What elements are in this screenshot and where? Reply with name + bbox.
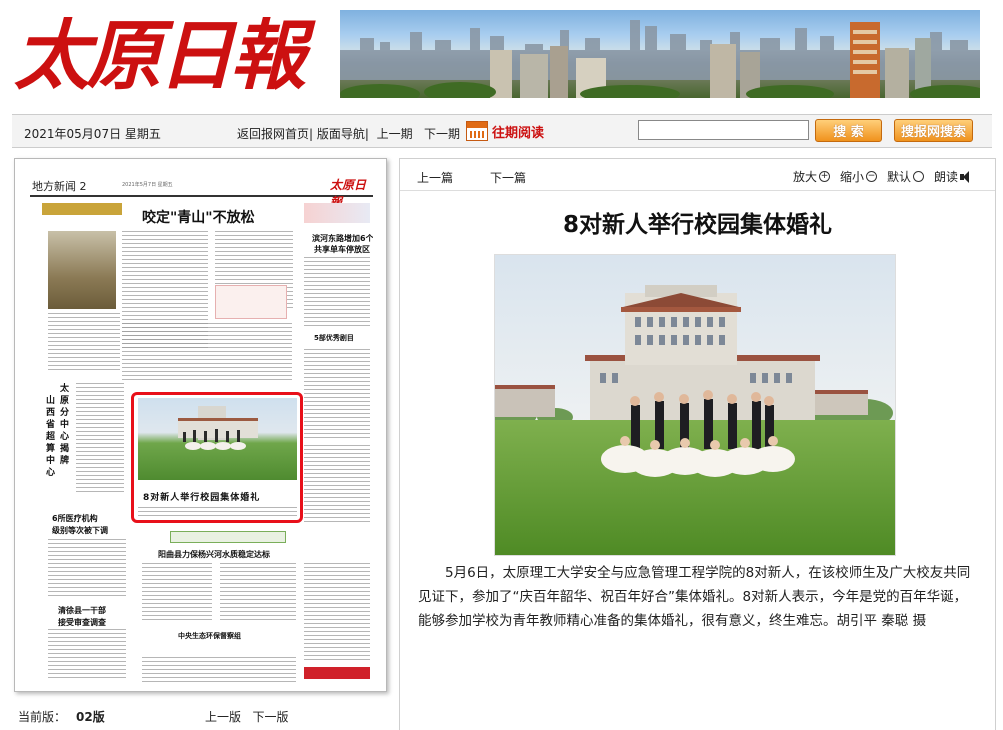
thumb-text-block xyxy=(142,563,212,623)
read-aloud-button[interactable]: 朗读 xyxy=(934,168,974,185)
thumb-banner xyxy=(42,203,122,215)
thumbnail-meta: 2021年5月7日 星期五 xyxy=(122,182,173,188)
reading-tools: 放大 + 缩小 − 默认 朗读 xyxy=(793,168,984,185)
current-page-info: 当前版： 02版 xyxy=(18,708,105,725)
article-body: 5月6日，太原理工大学安全与应急管理工程学院的8对新人，在该校师生及广大校友共同… xyxy=(418,565,971,629)
newspaper-logo[interactable]: 太原日報 xyxy=(14,6,319,106)
thumb-photo-farmer xyxy=(48,231,116,309)
thumb-subhead: 6所医疗机构 xyxy=(52,514,98,523)
article-photo[interactable] xyxy=(494,254,896,556)
page-thumbnail-panel: 地方新闻 2 2021年5月7日 星期五 太原日報 咬定"青山"不放松 滨河东路… xyxy=(14,158,387,692)
thumb-text-block xyxy=(122,323,292,383)
thumb-red-banner xyxy=(304,667,370,679)
thumb-text-block xyxy=(48,539,126,599)
plus-circle-icon: + xyxy=(819,171,831,182)
minus-circle-icon: − xyxy=(866,171,878,182)
article-title: 8对新人举行校园集体婚礼 xyxy=(562,212,832,238)
thumb-text-block xyxy=(304,257,370,327)
thumb-vertical-head: 太原分中心揭牌 xyxy=(60,384,70,466)
search-button[interactable]: 搜 索 xyxy=(815,119,882,142)
site-search-button[interactable]: 搜报网搜索 xyxy=(894,119,973,142)
search-input[interactable] xyxy=(638,120,809,140)
city-skyline-banner xyxy=(340,10,980,98)
thumb-vertical-head: 山西省超算中心 xyxy=(46,396,56,478)
thumb-subhead: 中央生态环保督察组 xyxy=(178,632,241,640)
thumbnail-headline: 咬定"青山"不放松 xyxy=(142,210,255,226)
header: 太原日報 xyxy=(0,0,1003,112)
previous-page-link[interactable]: 上一版 xyxy=(205,710,241,724)
thumb-text-block xyxy=(220,563,296,623)
article-toolbar: 上一篇 下一篇 放大 + 缩小 − 默认 朗读 xyxy=(400,159,995,191)
circle-icon xyxy=(913,171,925,182)
thumb-ad-banner xyxy=(304,203,370,223)
thumb-text-block xyxy=(48,629,126,679)
thumb-subhead: 阳曲县力保杨兴河水质稳定达标 xyxy=(158,550,270,559)
thumb-subhead: 滨河东路增加6个 xyxy=(312,234,373,243)
current-page-label: 当前版： xyxy=(18,710,67,724)
default-size-label: 默认 xyxy=(887,170,912,184)
article-panel: 上一篇 下一篇 放大 + 缩小 − 默认 朗读 8对新人举行校园集体婚礼 5月6… xyxy=(399,158,996,730)
zoom-out-button[interactable]: 缩小 − xyxy=(840,168,878,185)
thumb-text-block xyxy=(304,445,370,525)
page-nav: 上一版 下一版 xyxy=(205,708,288,725)
home-link[interactable]: 返回报网首页 xyxy=(237,127,309,141)
page-thumbnail[interactable]: 地方新闻 2 2021年5月7日 星期五 太原日報 咬定"青山"不放松 滨河东路… xyxy=(30,173,373,687)
previous-article-link[interactable]: 上一篇 xyxy=(417,169,453,186)
speaker-icon xyxy=(960,170,974,183)
calendar-icon[interactable] xyxy=(466,121,488,141)
default-size-button[interactable]: 默认 xyxy=(887,168,925,185)
next-article-link[interactable]: 下一篇 xyxy=(490,169,526,186)
archive-label[interactable]: 往期阅读 xyxy=(492,122,544,141)
thumb-subhead: 5部优秀剧目 xyxy=(314,334,354,342)
thumb-text-block xyxy=(48,313,120,373)
thumbnail-section: 地方新闻 2 xyxy=(32,180,87,193)
thumbnail-header: 地方新闻 2 2021年5月7日 星期五 太原日報 xyxy=(30,173,373,209)
thumb-text-block xyxy=(304,349,370,439)
zoom-in-button[interactable]: 放大 + xyxy=(793,168,831,185)
thumb-subhead: 接受审查调查 xyxy=(58,618,106,627)
thumb-subhead: 共享单车停放区 xyxy=(314,245,370,254)
thumb-text-block xyxy=(76,383,124,493)
nav-links: 返回报网首页| 版面导航| 上一期 下一期 xyxy=(237,127,461,141)
issue-date: 2021年05月07日 星期五 xyxy=(24,127,161,141)
thumb-text-block xyxy=(142,657,296,683)
thumb-text-block xyxy=(304,563,370,663)
read-aloud-label: 朗读 xyxy=(934,170,959,184)
previous-issue-link[interactable]: 上一期 xyxy=(377,127,413,141)
archive-link[interactable]: 往期阅读 xyxy=(466,120,544,142)
nav-bar: 2021年05月07日 星期五 返回报网首页| 版面导航| 上一期 下一期 往期… xyxy=(12,114,992,148)
thumb-subhead: 清徐县一干部 xyxy=(58,606,106,615)
thumb-subhead: 级别等次被下调 xyxy=(52,526,108,535)
thumb-green-banner xyxy=(170,531,286,543)
thumb-callout xyxy=(215,285,287,319)
layout-nav-link[interactable]: 版面导航 xyxy=(317,127,365,141)
zoom-in-label: 放大 xyxy=(793,170,818,184)
current-page-number: 02版 xyxy=(76,710,105,724)
next-page-link[interactable]: 下一版 xyxy=(252,710,288,724)
selected-article-highlight[interactable] xyxy=(131,392,303,523)
next-issue-link[interactable]: 下一期 xyxy=(424,127,460,141)
zoom-out-label: 缩小 xyxy=(840,170,865,184)
